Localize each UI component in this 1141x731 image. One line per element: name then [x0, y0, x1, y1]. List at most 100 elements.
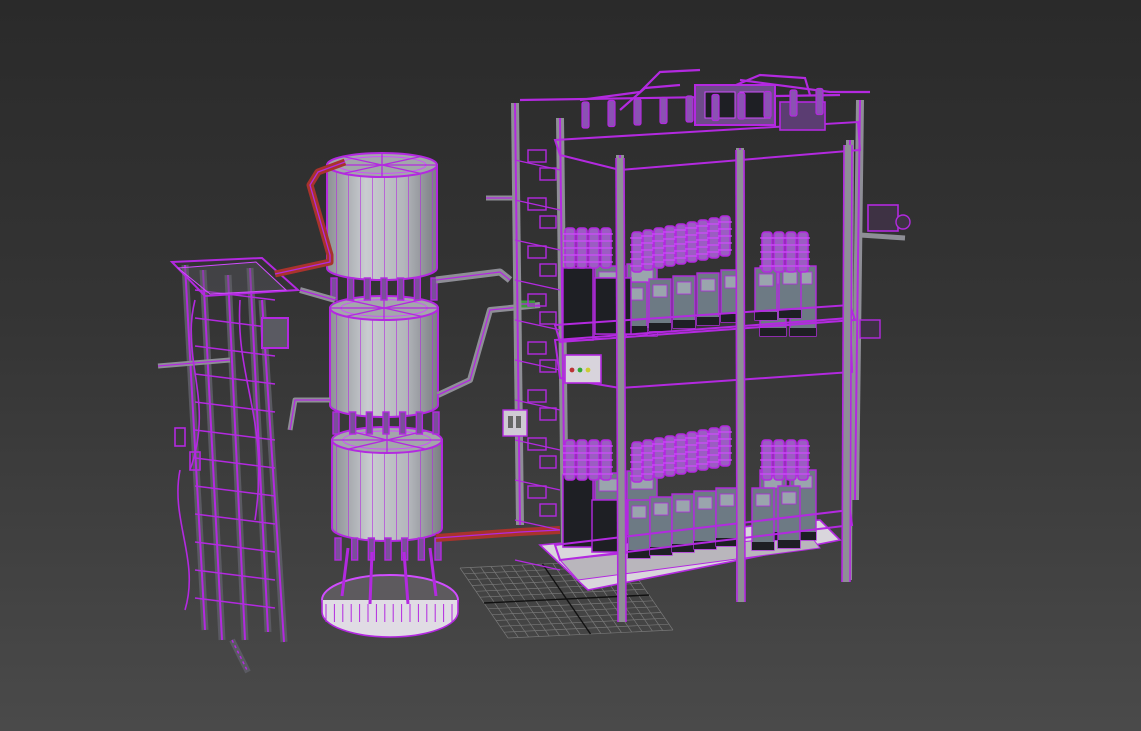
insulator — [334, 537, 342, 561]
scene-render — [157, 68, 911, 674]
motor-shaft — [859, 232, 906, 241]
battery-label — [700, 278, 716, 292]
motor-end — [895, 214, 911, 230]
battery-base — [778, 540, 800, 548]
tower-cable — [177, 469, 191, 611]
top-insulator — [659, 96, 668, 125]
tower-post-wire — [184, 264, 206, 631]
insulator — [398, 411, 407, 435]
side-insulator — [539, 263, 557, 277]
side-insulator — [539, 215, 557, 229]
tank-stripes — [330, 308, 438, 417]
motor — [867, 204, 899, 232]
insulator — [384, 537, 392, 561]
insulator — [413, 277, 422, 301]
top-insulator — [607, 99, 616, 128]
battery-base — [752, 542, 774, 550]
battery-label — [782, 271, 798, 285]
side-insulator — [527, 149, 547, 163]
top-insulator — [685, 95, 694, 123]
rack-rail — [514, 279, 561, 291]
top-insulator — [711, 93, 720, 122]
top-insulator — [633, 98, 642, 126]
pipe — [287, 397, 330, 431]
battery-label — [675, 499, 691, 513]
3d-viewport[interactable] — [0, 0, 1141, 731]
battery-label — [631, 505, 647, 519]
insulator — [348, 411, 357, 435]
insulator — [346, 277, 355, 301]
switch-toggle — [516, 416, 521, 428]
battery-dark — [594, 277, 632, 335]
side-switch — [502, 409, 528, 437]
top-insulator — [789, 89, 798, 117]
insulator — [382, 411, 390, 435]
battery-label — [758, 273, 774, 287]
top-insulator — [737, 92, 746, 120]
battery-dark — [562, 267, 594, 341]
front-post — [841, 144, 853, 583]
side-insulator — [527, 341, 547, 355]
side-insulator — [527, 485, 547, 499]
battery-base — [697, 317, 719, 325]
pipe — [436, 302, 541, 398]
battery-base — [779, 310, 801, 318]
battery-dark — [562, 474, 594, 548]
side-insulator — [527, 389, 547, 403]
insulator — [432, 411, 440, 435]
top-insulator — [815, 87, 824, 116]
insulator — [417, 537, 426, 561]
battery-rack — [502, 68, 911, 623]
side-insulator — [539, 455, 557, 469]
indicator-light — [577, 367, 583, 373]
battery-base — [649, 323, 671, 331]
indicator-light — [585, 367, 591, 373]
rack-rail — [514, 319, 561, 331]
tower-post-wire — [227, 274, 246, 641]
tank-stripes — [332, 440, 442, 541]
insulator — [332, 411, 340, 435]
tank — [326, 152, 438, 281]
front-post-wire — [735, 149, 738, 603]
top-insulator — [581, 101, 590, 129]
side-insulator — [539, 407, 557, 421]
left-frame-tower — [157, 256, 301, 674]
side-insulator — [539, 503, 557, 517]
battery-label — [755, 493, 771, 507]
battery-label — [781, 491, 797, 505]
battery-label — [676, 281, 692, 295]
tank — [329, 295, 439, 418]
top-insulator — [763, 90, 772, 119]
insulator — [380, 277, 388, 301]
tank — [331, 426, 443, 542]
side-insulator — [539, 311, 557, 325]
side-box — [859, 319, 881, 339]
insulator — [363, 277, 372, 301]
tank-stripes — [327, 165, 437, 280]
front-post-wire — [743, 149, 746, 603]
tower-platform-inner — [176, 261, 288, 295]
battery-label — [719, 493, 735, 507]
tank-leg — [368, 551, 374, 605]
insulator — [350, 537, 359, 561]
battery-label — [653, 502, 669, 516]
tank-stack — [321, 152, 459, 638]
indicator-light — [569, 367, 575, 373]
pipe-wire — [299, 289, 336, 301]
front-post — [615, 157, 627, 623]
battery-label — [652, 284, 668, 298]
tower-panel — [174, 427, 186, 447]
top-unit-box — [704, 91, 736, 119]
insulator — [415, 411, 424, 435]
battery-base — [673, 320, 695, 328]
insulator — [365, 411, 374, 435]
rack-rail — [514, 199, 561, 211]
tower-box — [261, 317, 289, 349]
insulator — [396, 277, 405, 301]
battery-base — [760, 328, 786, 336]
side-insulator — [527, 245, 547, 259]
top-cable — [579, 68, 701, 102]
insulator — [430, 277, 438, 301]
switch-toggle — [508, 416, 513, 428]
battery-label — [697, 496, 713, 510]
